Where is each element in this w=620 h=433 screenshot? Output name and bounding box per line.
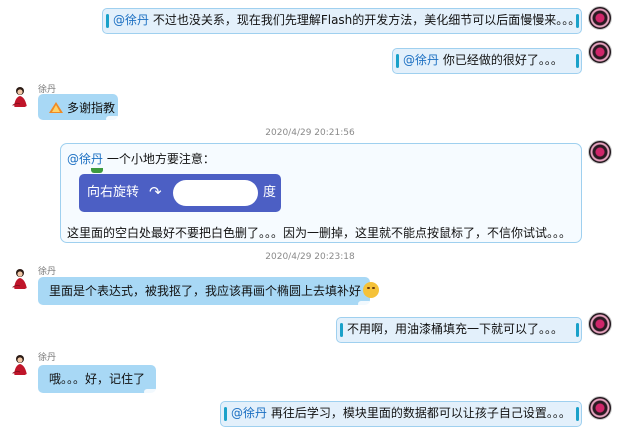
smile-emoji-icon: [363, 282, 380, 298]
sender-name: 徐丹: [38, 353, 57, 363]
scratch-turn-block: 向右旋转 ↷ 度: [79, 174, 281, 212]
message-line: 这里面的空白处最好不要把白色删了。。。因为一删掉，这里就不能点按鼠标了，不信你试…: [67, 226, 572, 240]
timestamp: 2020/4/29 20:21:56: [265, 128, 355, 138]
thumbs-up-icon: [49, 102, 63, 113]
block-label: 向右旋转: [87, 185, 140, 200]
chat-transcript: @徐丹 不过也没关系，现在我们先理解Flash的开发方法，美化细节可以后面慢慢来…: [0, 0, 620, 433]
message-text: 里面是个表达式，被我抠了，我应该再画个椭圆上去填补好: [49, 284, 362, 298]
xudan-avatar[interactable]: [8, 352, 32, 376]
outgoing-message[interactable]: @徐丹 不过也没关系，现在我们先理解Flash的开发方法，美化细节可以后面慢慢来…: [102, 8, 582, 34]
message-text: 不过也没关系，现在我们先理解Flash的开发方法，美化细节可以后面慢慢来。。。: [149, 13, 581, 27]
message-line: @徐丹 一个小地方要注意：: [67, 150, 215, 167]
timestamp: 2020/4/29 20:23:18: [265, 252, 355, 262]
mention-link[interactable]: @徐丹: [403, 53, 439, 67]
block-unit: 度: [263, 185, 277, 200]
message-text: 你已经做的很好了。。。: [439, 53, 563, 67]
message-text: 不用啊，用油漆桶填充一下就可以了。。。: [347, 322, 564, 336]
incoming-message[interactable]: 哦。。。好，记住了: [38, 365, 158, 395]
message-text: 再往后学习，模块里面的数据都可以让孩子自己设置。。。: [267, 406, 571, 420]
bubble-decoration: [358, 301, 372, 307]
bubble-decoration: [144, 389, 158, 395]
block-input[interactable]: [173, 180, 258, 206]
rotate-right-icon: ↷: [149, 183, 162, 201]
bubble-decoration: [106, 116, 120, 122]
sender-name: 徐丹: [38, 267, 57, 277]
self-avatar[interactable]: [588, 396, 612, 420]
self-avatar[interactable]: [588, 40, 612, 64]
self-avatar[interactable]: [588, 6, 612, 30]
incoming-message[interactable]: 多谢指教: [38, 94, 120, 122]
outgoing-message[interactable]: @徐丹 你已经做的很好了。。。: [392, 48, 582, 74]
mention-link[interactable]: @徐丹: [113, 13, 149, 27]
mention-link[interactable]: @徐丹: [67, 152, 103, 166]
scratch-notch: [91, 168, 103, 173]
xudan-avatar[interactable]: [8, 266, 32, 290]
message-text: 一个小地方要注意：: [103, 152, 215, 166]
person-figure-icon: [11, 87, 27, 107]
outgoing-message[interactable]: 不用啊，用油漆桶填充一下就可以了。。。: [336, 317, 582, 343]
person-figure-icon: [11, 355, 27, 375]
incoming-message[interactable]: 里面是个表达式，被我抠了，我应该再画个椭圆上去填补好: [38, 277, 380, 307]
outgoing-message[interactable]: @徐丹 再往后学习，模块里面的数据都可以让孩子自己设置。。。: [220, 401, 582, 427]
xudan-avatar[interactable]: [8, 84, 32, 108]
message-text: 多谢指教: [67, 101, 116, 115]
self-avatar[interactable]: [588, 312, 612, 336]
mention-link[interactable]: @徐丹: [231, 406, 267, 420]
message-text: 哦。。。好，记住了: [49, 372, 146, 386]
outgoing-message[interactable]: @徐丹 一个小地方要注意： 向右旋转 ↷ 度 这里面的空白处最好不要把白色删了。…: [60, 143, 582, 243]
person-figure-icon: [11, 269, 27, 289]
self-avatar[interactable]: [588, 140, 612, 164]
